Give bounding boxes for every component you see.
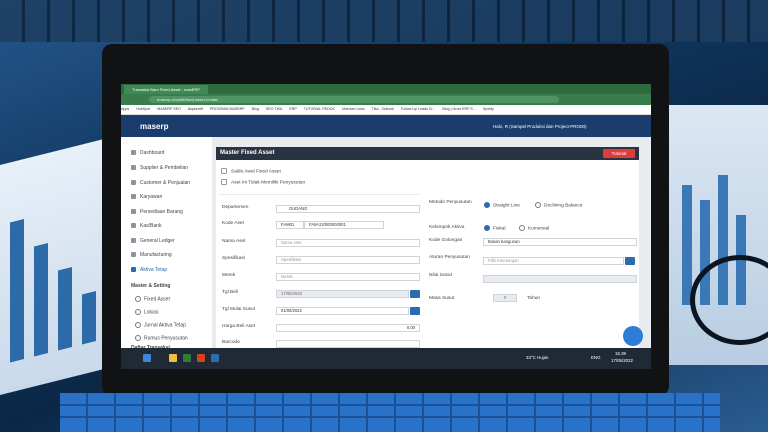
barcode-input[interactable] bbox=[276, 340, 420, 348]
tgl-beli-label: Tgl.Beli bbox=[222, 290, 238, 295]
brand-logo[interactable]: maserp bbox=[140, 122, 168, 131]
departemen-label: Departemen bbox=[222, 205, 249, 210]
bookmark[interactable]: MASERP SEO bbox=[157, 107, 181, 111]
sidebar-item-general-ledger[interactable]: General Ledger bbox=[131, 238, 175, 244]
bookmark[interactable]: PROGRAM MASERP bbox=[210, 107, 245, 111]
bookmark[interactable]: Ubersee Links bbox=[342, 107, 365, 111]
bookmarks-bar: Apps HubSpot MASERP SEO Aspkerrift PROGR… bbox=[121, 105, 651, 115]
word-icon[interactable] bbox=[211, 354, 219, 362]
golongan-label: Kode Golongan bbox=[429, 238, 463, 243]
search-icon[interactable] bbox=[625, 257, 635, 265]
harga-beli-input[interactable]: 0,00 bbox=[276, 324, 420, 332]
departemen-select[interactable]: GUDANG bbox=[276, 205, 420, 213]
bookmark[interactable]: Apps bbox=[121, 107, 129, 111]
spesifikasi-input[interactable]: Spesifikasi bbox=[276, 256, 420, 264]
bookmark[interactable]: Blog bbox=[252, 107, 259, 111]
declining-balance-radio[interactable]: Declining Balance bbox=[535, 202, 582, 208]
windows-start-icon[interactable] bbox=[143, 354, 151, 362]
bookmark[interactable]: ERP bbox=[289, 107, 296, 111]
nilai-susut-label: Nilai Susut bbox=[429, 273, 452, 278]
chat-icon[interactable] bbox=[623, 326, 643, 346]
sidebar-sub-rumus[interactable]: Rumus Penyusutan bbox=[135, 335, 188, 341]
laptop-keyboard bbox=[60, 393, 720, 432]
masa-susut-label: Masa Susut bbox=[429, 296, 455, 301]
aturan-label: Aturan Penyusutan bbox=[429, 255, 470, 260]
sidebar-item-manufacturing[interactable]: Manufacturing bbox=[131, 252, 172, 258]
sidebar-item-karyawan[interactable]: Karyawan bbox=[131, 194, 162, 200]
barcode-label: Barcode bbox=[222, 340, 240, 345]
clock-time[interactable]: 15.39 bbox=[615, 351, 626, 356]
kode-prefix-select[interactable]: FAM01 bbox=[276, 221, 304, 229]
golongan-select[interactable]: Bukan bangunan bbox=[483, 238, 637, 246]
chrome-icon[interactable] bbox=[197, 354, 205, 362]
metode-label: Metode Penyusutan bbox=[429, 200, 472, 205]
file-explorer-icon[interactable] bbox=[169, 354, 177, 362]
nilai-susut-select[interactable] bbox=[483, 275, 637, 283]
tgl-susut-label: Tgl Mulai Susut bbox=[222, 307, 256, 312]
merek-label: Merek bbox=[222, 273, 236, 278]
background-keyboard bbox=[0, 0, 768, 42]
sidebar-sub-lokasi[interactable]: Lokasi bbox=[135, 309, 158, 315]
weather-text: 33°C Hujan bbox=[526, 355, 549, 360]
tutorial-button[interactable]: Tutorial bbox=[603, 149, 635, 158]
fiskal-radio[interactable]: Fiskal bbox=[484, 225, 506, 231]
calendar-icon[interactable] bbox=[410, 307, 420, 315]
komersial-radio[interactable]: Komersial bbox=[519, 225, 549, 231]
sidebar-item-persediaan[interactable]: Persediaan Barang bbox=[131, 209, 183, 215]
form-header bbox=[216, 147, 639, 160]
sidebar-item-aktiva-tetap[interactable]: Aktiva Tetap bbox=[131, 267, 167, 273]
browser-tab[interactable]: Transaksi Baru Fixed Asset - masERP bbox=[124, 85, 208, 94]
saldo-awal-checkbox[interactable]: Saldo Awal Fixed Asset bbox=[221, 168, 281, 174]
sidebar-sub-fixed-asset[interactable]: Fixed Asset bbox=[135, 296, 170, 302]
bookmark[interactable]: SEO TIKA bbox=[266, 107, 283, 111]
bookmark[interactable]: Spotify bbox=[483, 107, 494, 111]
harga-beli-label: Harga Beli Aset bbox=[222, 324, 256, 329]
bookmark[interactable]: Tika - Outlook bbox=[372, 107, 394, 111]
tgl-susut-input[interactable]: 01/06/2022 bbox=[276, 307, 409, 315]
browser-tabbar: Transaksi Baru Fixed Asset - masERP bbox=[121, 84, 651, 94]
excel-icon[interactable] bbox=[183, 354, 191, 362]
language-indicator[interactable]: ENG bbox=[591, 355, 601, 360]
spesifikasi-label: Spesifikasi bbox=[222, 256, 245, 261]
form-title: Master Fixed Asset bbox=[220, 150, 275, 156]
no-penyusutan-checkbox[interactable]: Aset Ini Tidak Memiliki Penyusutan bbox=[221, 179, 305, 185]
clock-date[interactable]: 17/05/2022 bbox=[611, 358, 633, 363]
calendar-icon[interactable] bbox=[410, 290, 420, 298]
sidebar-item-kasbank[interactable]: Kas/Bank bbox=[131, 223, 161, 229]
sidebar-sub-jurnal[interactable]: Jurnal Aktiva Tetap bbox=[135, 322, 186, 328]
address-bar[interactable]: maserp.cloud/#/fixed-asset-create/ bbox=[149, 96, 559, 103]
tgl-beli-input[interactable]: 17/05/2022 bbox=[276, 290, 409, 298]
bookmark[interactable]: HubSpot bbox=[136, 107, 150, 111]
bookmark[interactable]: TUTORIAL FBOOK bbox=[304, 107, 335, 111]
kode-aset-input[interactable]: FAM-22/000000001 bbox=[304, 221, 384, 229]
sidebar-item-customer[interactable]: Customer & Penjualan bbox=[131, 180, 190, 186]
sidebar-item-dashboard[interactable]: Dashboard bbox=[131, 150, 164, 156]
sidebar-item-supplier[interactable]: Supplier & Pembelian bbox=[131, 165, 188, 171]
straight-line-radio[interactable]: Straight Line bbox=[484, 202, 520, 208]
masa-susut-unit: Tahun bbox=[527, 296, 541, 301]
user-greeting[interactable]: Halo, R (Sampel Produksi dan Project-PRO… bbox=[493, 124, 587, 129]
masa-susut-input[interactable]: 0 bbox=[493, 294, 517, 302]
kelompok-label: Kelompok Aktiva bbox=[429, 225, 465, 230]
nama-aset-label: Nama Aset bbox=[222, 239, 246, 244]
laptop-screen: Transaksi Baru Fixed Asset - masERP mase… bbox=[121, 84, 651, 369]
merek-input[interactable]: Merek bbox=[276, 273, 420, 281]
nama-aset-input[interactable]: Nama Aset bbox=[276, 239, 420, 247]
sidebar-section-master: Master & Setting bbox=[131, 283, 171, 289]
aturan-input[interactable]: Pilih Keterangan bbox=[483, 257, 624, 265]
bookmark[interactable]: Aspkerrift bbox=[188, 107, 203, 111]
bookmark[interactable]: Follow Up Leads Cr... bbox=[401, 107, 435, 111]
bookmark[interactable]: Blog | Grow ERP S... bbox=[442, 107, 475, 111]
kode-aset-label: Kode Aset bbox=[222, 221, 244, 226]
